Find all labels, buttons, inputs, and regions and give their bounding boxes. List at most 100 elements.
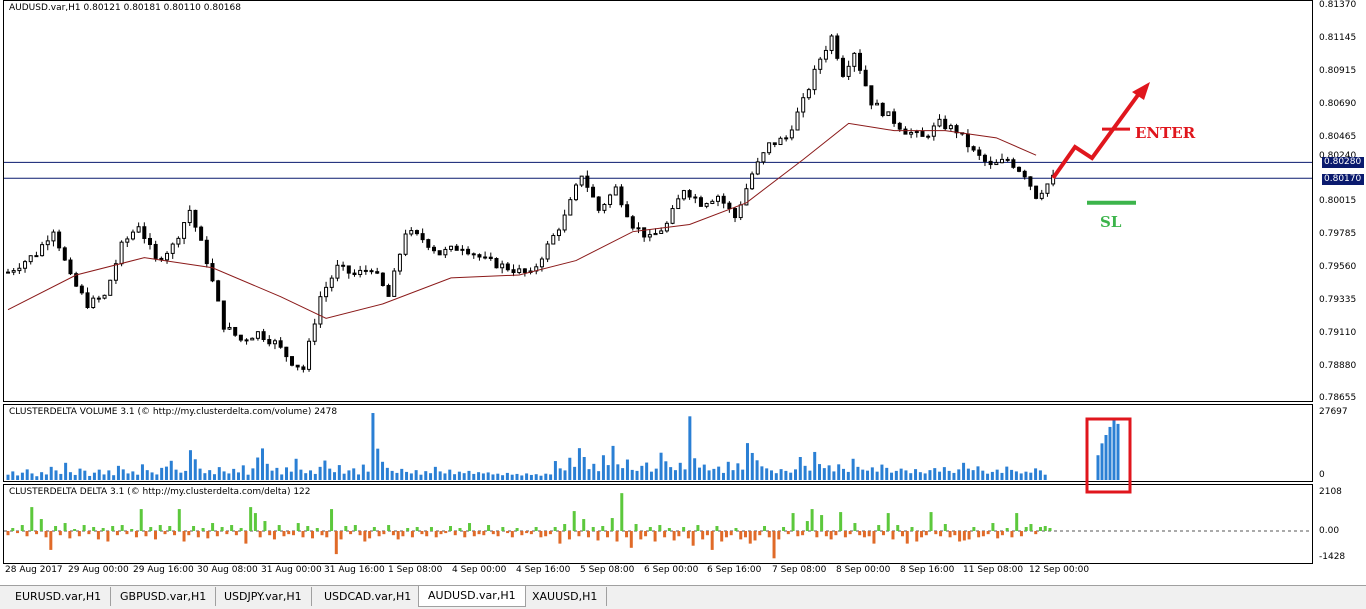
volume-bar: [515, 473, 519, 480]
volume-bar: [217, 467, 221, 480]
volume-bar: [745, 443, 749, 480]
delta-bar-negative: [981, 531, 985, 537]
delta-bar-positive: [696, 525, 700, 531]
tab-xauusd[interactable]: XAUUSD,H1: [523, 587, 608, 606]
tab-usdjpy[interactable]: USDJPY.var,H1: [215, 587, 312, 606]
volume-axis: 27697 0: [1313, 404, 1366, 482]
volume-bar: [145, 470, 149, 480]
price-tick: 0.79560: [1319, 262, 1357, 272]
delta-bar-negative: [144, 531, 148, 537]
delta-bar-negative: [615, 531, 619, 542]
volume-bar: [659, 452, 663, 480]
candle-body: [210, 263, 215, 282]
delta-bar-negative: [920, 531, 924, 538]
delta-bar-positive: [277, 525, 281, 531]
delta-bar-positive: [149, 527, 153, 531]
volume-bar: [347, 470, 351, 480]
candle-body: [148, 237, 152, 245]
volume-bar: [174, 469, 178, 480]
candle-body: [397, 253, 402, 272]
delta-bar-negative: [739, 531, 743, 540]
delta-bar-negative: [77, 531, 81, 537]
candle-body: [761, 152, 766, 163]
tab-audusd[interactable]: AUDUSD.var,H1: [418, 586, 526, 607]
time-tick: 1 Sep 08:00: [388, 565, 443, 575]
delta-bar-negative: [539, 531, 543, 538]
volume-bar: [97, 469, 101, 480]
delta-bar-negative: [125, 531, 129, 535]
volume-bar: [842, 468, 846, 480]
volume-bar: [587, 469, 591, 480]
candle-body: [716, 195, 720, 202]
delta-bar-negative: [967, 531, 971, 540]
delta-bar-positive: [782, 527, 786, 531]
delta-bar-negative: [215, 531, 219, 537]
volume-bar: [765, 468, 769, 480]
delta-bar-negative: [25, 531, 29, 537]
candle-body: [295, 364, 300, 368]
volume-bar: [611, 445, 615, 480]
candle-body: [477, 254, 482, 258]
volume-bar: [827, 465, 831, 480]
volume-bar: [592, 463, 596, 480]
candle-body: [892, 111, 897, 124]
candle-body: [733, 208, 738, 219]
tab-eurusd[interactable]: EURUSD.var,H1: [6, 587, 112, 606]
candle-body: [380, 272, 385, 286]
candle-body: [386, 284, 391, 297]
delta-bar-positive: [92, 527, 96, 531]
delta-bar-negative: [182, 531, 186, 542]
candle-body: [1005, 158, 1010, 161]
candle-body: [182, 222, 187, 239]
delta-bar-negative: [796, 531, 800, 537]
delta-bar-negative: [6, 531, 10, 536]
tab-gbpusd[interactable]: GBPUSD.var,H1: [111, 587, 217, 606]
delta-bar-positive: [991, 523, 995, 531]
volume-bar: [294, 458, 298, 480]
tab-usdcad[interactable]: USDCAD.var,H1: [315, 587, 422, 606]
delta-bar-negative: [629, 531, 633, 548]
candle-body: [801, 97, 806, 113]
delta-bar-negative: [567, 531, 571, 540]
volume-bar: [1043, 474, 1047, 480]
candle-body: [659, 230, 664, 234]
delta-bar-negative: [677, 531, 681, 537]
price-tick: 0.80690: [1319, 99, 1357, 109]
delta-bar-positive: [1043, 526, 1047, 531]
delta-bar-negative: [268, 531, 272, 536]
delta-bar-positive: [344, 526, 348, 531]
delta-bar-positive: [177, 509, 181, 531]
delta-bar-negative: [924, 531, 928, 536]
delta-bar-negative: [724, 531, 728, 538]
time-tick: 8 Sep 16:00: [900, 565, 955, 575]
candle-body: [193, 209, 198, 228]
candle-body: [318, 296, 323, 325]
candle-body: [233, 326, 238, 336]
delta-bar-negative: [244, 531, 248, 544]
delta-bar-negative: [187, 531, 191, 536]
delta-bar-positive: [839, 512, 843, 531]
delta-bar-positive: [1024, 527, 1028, 531]
volume-bar: [501, 475, 505, 480]
candle-body: [170, 243, 175, 254]
candle-body: [341, 264, 346, 267]
volume-bar: [966, 468, 970, 480]
candle-body: [466, 248, 471, 255]
candle-body: [244, 339, 249, 342]
price-tick: 0.80915: [1319, 66, 1357, 76]
delta-bar-negative: [68, 531, 72, 539]
volume-bar: [241, 465, 245, 480]
delta-bar-negative: [258, 531, 262, 538]
volume-bar: [73, 474, 77, 480]
delta-bar-positive: [101, 528, 105, 531]
delta-bar-positive: [501, 527, 505, 531]
delta-bar-positive: [429, 527, 433, 531]
candle-body: [23, 261, 28, 269]
volume-bar: [304, 473, 308, 480]
volume-bar: [337, 465, 341, 480]
candle-body: [369, 270, 374, 273]
delta-bar-positive: [353, 525, 357, 531]
volume-bar: [1038, 470, 1042, 480]
candle-body: [1045, 183, 1050, 194]
volume-bar: [822, 468, 826, 480]
